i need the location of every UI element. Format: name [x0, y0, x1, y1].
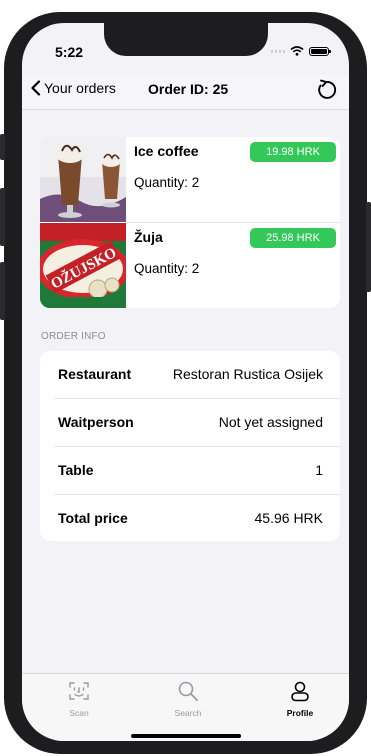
info-value: 1 — [315, 462, 323, 478]
status-icons — [271, 46, 331, 56]
tab-label: Profile — [286, 708, 314, 718]
tab-bar: Scan Search Profile — [22, 673, 349, 741]
scan-icon — [69, 682, 89, 700]
home-indicator[interactable] — [131, 734, 241, 738]
tab-profile[interactable]: Profile — [265, 680, 335, 718]
mute-switch — [0, 134, 5, 160]
chevron-left-icon — [31, 80, 41, 96]
tab-scan[interactable]: Scan — [44, 680, 114, 718]
signal-icon — [271, 49, 285, 53]
navigation-bar: Your orders Order ID: 25 — [22, 75, 349, 110]
screen: 5:22 Your orders Order ID: 25 Ice coffee… — [22, 23, 349, 741]
item-price-badge: 19.98 HRK — [250, 142, 336, 162]
info-row-restaurant: Restaurant Restoran Rustica Osijek — [40, 351, 340, 398]
info-label: Restaurant — [58, 366, 132, 382]
profile-icon — [291, 681, 309, 702]
item-price-badge: 25.98 HRK — [250, 228, 336, 248]
wifi-icon — [290, 46, 304, 56]
page-title: Order ID: 25 — [148, 81, 229, 97]
info-row-table: Table 1 — [40, 447, 340, 494]
back-label: Your orders — [44, 80, 116, 96]
info-label: Table — [58, 462, 94, 478]
volume-up-button — [0, 188, 5, 246]
power-button — [366, 202, 371, 292]
tab-label: Scan — [69, 708, 89, 718]
ice-coffee-image — [40, 137, 126, 222]
refresh-button[interactable] — [313, 77, 339, 108]
info-value: Restoran Rustica Osijek — [172, 366, 323, 382]
order-items-card: Ice coffee Quantity: 2 19.98 HRK OŽUJSKO — [40, 137, 340, 308]
info-value: 45.96 HRK — [254, 510, 323, 526]
zuja-beer-image: OŽUJSKO — [40, 223, 126, 308]
tab-search[interactable]: Search — [153, 680, 223, 718]
info-value: Not yet assigned — [218, 414, 323, 430]
battery-icon — [309, 46, 331, 56]
order-info-section-label: ORDER INFO — [41, 331, 106, 342]
search-icon — [178, 681, 198, 701]
notch — [104, 23, 268, 56]
item-name: Ice coffee — [134, 143, 199, 159]
item-name: Žuja — [134, 229, 163, 245]
info-row-total-price: Total price 45.96 HRK — [40, 495, 340, 542]
order-item[interactable]: OŽUJSKO Žuja Quantity: 2 25.98 HRK — [40, 223, 340, 308]
info-label: Waitperson — [58, 414, 134, 430]
refresh-icon — [318, 79, 337, 99]
order-item[interactable]: Ice coffee Quantity: 2 19.98 HRK — [40, 137, 340, 222]
item-quantity: Quantity: 2 — [134, 261, 200, 276]
volume-down-button — [0, 262, 5, 320]
back-button[interactable]: Your orders — [30, 80, 116, 96]
status-time: 5:22 — [55, 44, 84, 60]
order-info-card: Restaurant Restoran Rustica Osijek Waitp… — [40, 351, 340, 541]
item-quantity: Quantity: 2 — [134, 175, 200, 190]
tab-label: Search — [174, 708, 202, 718]
info-row-waitperson: Waitperson Not yet assigned — [40, 399, 340, 446]
info-label: Total price — [58, 510, 128, 526]
